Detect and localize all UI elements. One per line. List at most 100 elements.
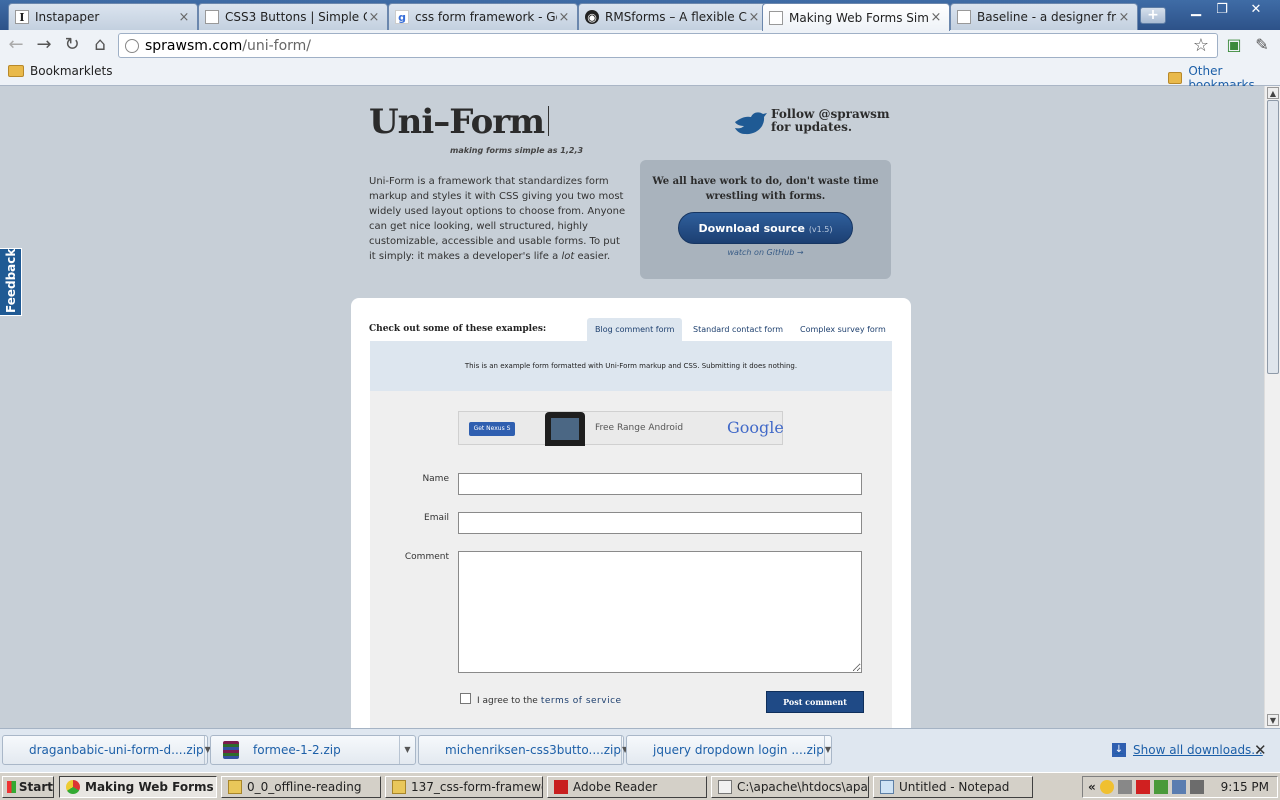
folder-icon	[1168, 72, 1183, 84]
system-tray: « 9:15 PM	[1082, 776, 1278, 798]
mail-icon[interactable]	[1135, 780, 1150, 794]
scroll-up-arrow-icon[interactable]: ▲	[1267, 87, 1279, 99]
get-nexus-button[interactable]: Get Nexus S	[469, 422, 515, 436]
chevron-down-icon[interactable]: ▼	[823, 736, 831, 764]
close-tab-icon[interactable]: ×	[747, 10, 761, 25]
intro-paragraph: Uni-Form is a framework that standardize…	[369, 176, 626, 262]
tab-blog-comment-form[interactable]: Blog comment form	[587, 318, 683, 342]
instapaper-favicon-icon: I	[15, 10, 29, 24]
uni-form-logo[interactable]: Uni–Form making forms simple as 1,2,3	[369, 102, 583, 155]
close-downloads-shelf-icon[interactable]: ✕	[1254, 741, 1267, 759]
bookmark-star-icon[interactable]: ☆	[1193, 35, 1209, 56]
folder-icon	[228, 780, 242, 794]
tab-baseline[interactable]: Baseline - a designer fram... ×	[950, 3, 1138, 30]
volume-icon[interactable]	[1189, 780, 1204, 794]
minimize-window-icon[interactable]: ▁	[1182, 1, 1210, 19]
taskbar-item-adobe-reader[interactable]: Adobe Reader	[547, 776, 707, 798]
download-source-button[interactable]: Download source (v1.5)	[678, 212, 853, 244]
taskbar-item-notepad[interactable]: Untitled - Notepad	[873, 776, 1033, 798]
taskbar-item-offline-reading[interactable]: 0_0_offline-reading	[221, 776, 381, 798]
watch-on-github-link[interactable]: watch on GitHub →	[640, 248, 891, 257]
chevron-down-icon[interactable]: ▼	[399, 736, 415, 764]
name-input[interactable]	[458, 473, 862, 495]
form-notice: This is an example form formatted with U…	[370, 341, 892, 391]
name-label: Name	[422, 474, 449, 484]
close-tab-icon[interactable]: ×	[1117, 10, 1131, 25]
zip-archive-icon	[223, 741, 239, 759]
tab-google-search[interactable]: g css form framework - Goo... ×	[388, 3, 578, 30]
page-icon	[769, 10, 783, 25]
examples-heading: Check out some of these examples:	[369, 324, 547, 334]
expand-tray-icon[interactable]: «	[1088, 780, 1096, 794]
reload-icon[interactable]: ↻	[60, 33, 84, 57]
google-logo: Google	[727, 418, 784, 437]
browser-toolbar: ← → ↻ ⌂ sprawsm.com/uni-form/ ☆ ▣ ✎	[0, 30, 1280, 60]
page-viewport: Feedback Uni–Form making forms simple as…	[0, 86, 1264, 728]
comment-label: Comment	[404, 552, 449, 562]
download-item[interactable]: draganbabic-uni-form-d....zip ▼	[2, 735, 211, 765]
blog-comment-form: Get Nexus S Free Range Android Google Na…	[370, 391, 892, 728]
close-tab-icon[interactable]: ×	[367, 10, 381, 25]
show-all-downloads-link[interactable]: ↓ Show all downloads...	[1112, 743, 1263, 757]
google-favicon-icon: g	[395, 10, 409, 24]
terms-agreement: I agree to the terms of service	[460, 692, 622, 706]
logo-tagline: making forms simple as 1,2,3	[450, 146, 584, 155]
start-button[interactable]: Start	[2, 776, 54, 798]
tab-css3-buttons[interactable]: CSS3 Buttons | Simple CS... ×	[198, 3, 388, 30]
windows-flag-icon	[7, 781, 16, 793]
close-window-icon[interactable]: ✕	[1242, 1, 1270, 19]
twitter-bird-icon	[735, 112, 767, 135]
download-item[interactable]: jquery dropdown login ....zip ▼	[626, 735, 832, 765]
tray-app-icon[interactable]	[1153, 780, 1168, 794]
taskbar-item-chrome[interactable]: Making Web Forms Si...	[59, 776, 217, 798]
scroll-down-arrow-icon[interactable]: ▼	[1267, 714, 1279, 726]
follow-on-twitter-link[interactable]: Follow @sprawsm for updates.	[733, 108, 890, 136]
new-tab-button[interactable]: +	[1140, 7, 1166, 24]
page-scrollbar[interactable]: ▲ ▼	[1264, 86, 1280, 728]
system-clock: 9:15 PM	[1220, 780, 1269, 794]
tab-complex-survey-form[interactable]: Complex survey form	[792, 318, 894, 342]
post-comment-button[interactable]: Post comment	[766, 691, 864, 713]
download-panel: We all have work to do, don't waste time…	[640, 160, 891, 279]
close-tab-icon[interactable]: ×	[177, 10, 191, 25]
printer-icon[interactable]	[1117, 780, 1132, 794]
address-bar[interactable]: sprawsm.com/uni-form/ ☆	[118, 33, 1218, 58]
feedback-tab[interactable]: Feedback	[0, 248, 22, 316]
home-icon[interactable]: ⌂	[88, 33, 112, 57]
page-icon	[957, 10, 971, 24]
extension-icon[interactable]: ▣	[1222, 33, 1246, 57]
adobe-reader-icon	[554, 780, 568, 794]
comment-textarea[interactable]	[458, 551, 862, 673]
scrollbar-thumb[interactable]	[1267, 100, 1279, 374]
tray-app-icon[interactable]	[1099, 780, 1114, 794]
download-item[interactable]: formee-1-2.zip ▼	[210, 735, 416, 765]
bookmark-folder-bookmarklets[interactable]: Bookmarklets	[8, 64, 112, 78]
taskbar-item-css-form-framework[interactable]: 137_css-form-framework	[385, 776, 543, 798]
nexus-ad-banner[interactable]: Get Nexus S Free Range Android Google	[458, 411, 784, 446]
chrome-icon	[66, 780, 80, 794]
forward-icon[interactable]: →	[32, 33, 56, 57]
notepad-icon	[880, 780, 894, 794]
tab-rmsforms[interactable]: ◉ RMSforms – A flexible CS... ×	[578, 3, 768, 30]
email-input[interactable]	[458, 512, 862, 534]
restore-window-icon[interactable]: ❐	[1208, 1, 1236, 19]
taskbar-item-apache-folder[interactable]: C:\apache\htdocs\apach...	[711, 776, 869, 798]
network-icon[interactable]	[1171, 780, 1186, 794]
back-icon[interactable]: ←	[4, 33, 28, 57]
wrench-icon[interactable]: ✎	[1250, 33, 1274, 57]
tab-instapaper[interactable]: I Instapaper ×	[8, 3, 198, 30]
close-tab-icon[interactable]: ×	[929, 10, 943, 25]
download-arrow-icon: ↓	[1112, 743, 1126, 757]
url-path: /uni-form/	[242, 37, 312, 54]
tab-uni-form[interactable]: Making Web Forms Simple... ×	[762, 3, 950, 31]
rms-favicon-icon: ◉	[585, 10, 599, 24]
email-label: Email	[424, 513, 449, 523]
tab-standard-contact-form[interactable]: Standard contact form	[685, 318, 791, 342]
close-tab-icon[interactable]: ×	[557, 10, 571, 25]
phone-image	[545, 412, 585, 446]
agree-checkbox[interactable]	[460, 692, 471, 704]
download-item[interactable]: michenriksen-css3butto....zip ▼	[418, 735, 628, 765]
page-info-icon[interactable]	[125, 38, 139, 53]
editor-icon	[718, 780, 732, 794]
terms-of-service-link[interactable]: terms of service	[541, 696, 622, 706]
